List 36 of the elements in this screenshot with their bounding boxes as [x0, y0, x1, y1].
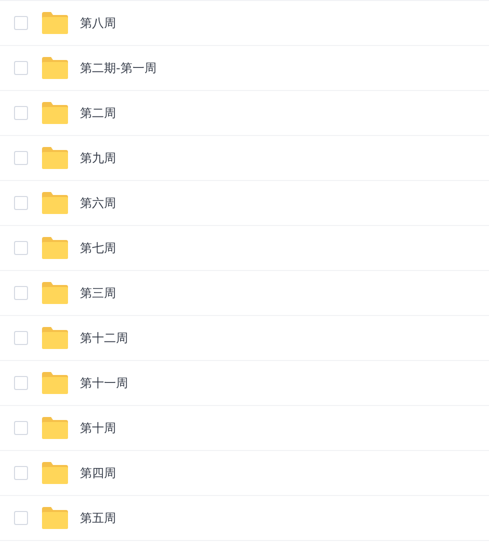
- folder-name[interactable]: 第九周: [80, 150, 116, 166]
- folder-icon: [42, 237, 68, 259]
- folder-name[interactable]: 第二期-第一周: [80, 60, 156, 76]
- checkbox[interactable]: [14, 286, 28, 300]
- checkbox[interactable]: [14, 241, 28, 255]
- checkbox[interactable]: [14, 421, 28, 435]
- checkbox[interactable]: [14, 331, 28, 345]
- folder-name[interactable]: 第十二周: [80, 330, 128, 346]
- folder-name[interactable]: 第五周: [80, 510, 116, 526]
- folder-icon: [42, 327, 68, 349]
- checkbox[interactable]: [14, 511, 28, 525]
- folder-icon: [42, 57, 68, 79]
- folder-icon: [42, 507, 68, 529]
- folder-icon: [42, 102, 68, 124]
- folder-name[interactable]: 第十一周: [80, 374, 128, 392]
- folder-name[interactable]: 第六周: [80, 194, 116, 212]
- folder-name[interactable]: 第三周: [80, 284, 116, 302]
- folder-name[interactable]: 第七周: [80, 240, 116, 256]
- folder-icon: [42, 462, 68, 484]
- checkbox[interactable]: [14, 61, 28, 75]
- folder-icon: [42, 372, 68, 394]
- folder-icon: [42, 417, 68, 439]
- checkbox[interactable]: [14, 376, 28, 390]
- folder-icon: [42, 282, 68, 304]
- checkbox[interactable]: [14, 466, 28, 480]
- checkbox[interactable]: [14, 151, 28, 165]
- folder-name[interactable]: 第二周: [80, 104, 116, 122]
- checkbox[interactable]: [14, 106, 28, 120]
- folder-name[interactable]: 第四周: [80, 464, 116, 482]
- checkbox[interactable]: [14, 16, 28, 30]
- folder-icon: [42, 147, 68, 169]
- folder-icon: [42, 12, 68, 34]
- checkbox[interactable]: [14, 196, 28, 210]
- folder-name[interactable]: 第八周: [80, 14, 116, 32]
- folder-icon: [42, 192, 68, 214]
- folder-name[interactable]: 第十周: [80, 420, 116, 436]
